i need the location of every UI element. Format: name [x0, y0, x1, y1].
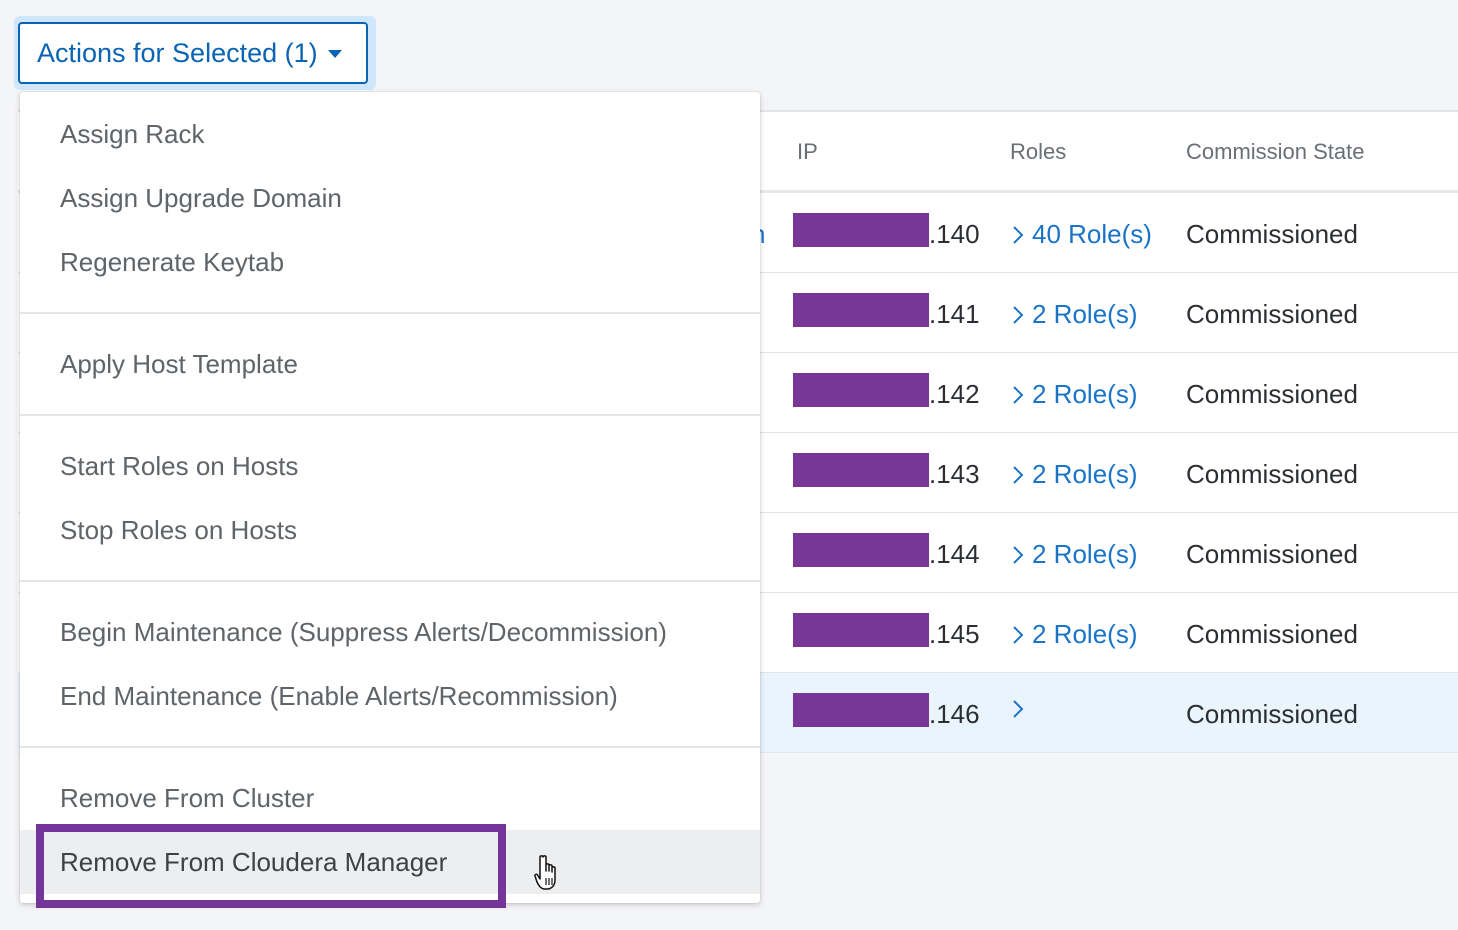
roles-expand-link[interactable]: 2 Role(s): [1012, 379, 1137, 410]
roles-count: 2 Role(s): [1032, 539, 1138, 569]
menu-item-start-roles-on-hosts[interactable]: Start Roles on Hosts: [20, 434, 760, 498]
ip-suffix: .143: [929, 459, 980, 489]
ip-redaction: [793, 453, 929, 487]
ip-suffix: .144: [929, 539, 980, 569]
roles-count: 2 Role(s): [1032, 619, 1138, 649]
actions-button-label: Actions for Selected (1): [37, 37, 318, 68]
ip-redaction: [793, 533, 929, 567]
menu-divider: [20, 312, 760, 314]
actions-dropdown-menu: Assign Rack Assign Upgrade Domain Regene…: [20, 92, 760, 903]
menu-item-assign-rack[interactable]: Assign Rack: [20, 102, 760, 166]
menu-item-end-maintenance[interactable]: End Maintenance (Enable Alerts/Recommiss…: [20, 664, 760, 728]
menu-item-regenerate-keytab[interactable]: Regenerate Keytab: [20, 230, 760, 294]
chevron-right-icon: [1013, 385, 1024, 404]
menu-divider: [20, 414, 760, 416]
commission-state: Commissioned: [1186, 459, 1358, 489]
column-header-ip[interactable]: IP: [797, 139, 818, 165]
ip-suffix: .141: [929, 299, 980, 329]
roles-expand-link[interactable]: 2 Role(s): [1012, 539, 1137, 570]
roles-count: 2 Role(s): [1032, 459, 1138, 489]
chevron-right-icon: [1013, 545, 1024, 564]
hand-pointer-cursor-icon: [534, 855, 556, 890]
roles-expand-link[interactable]: 2 Role(s): [1012, 619, 1137, 650]
commission-state: Commissioned: [1186, 219, 1358, 249]
menu-item-stop-roles-on-hosts[interactable]: Stop Roles on Hosts: [20, 498, 760, 562]
commission-state: Commissioned: [1186, 539, 1358, 569]
ip-suffix: .140: [929, 219, 980, 249]
chevron-right-icon: [1013, 465, 1024, 484]
column-header-commission-state[interactable]: Commission State: [1186, 139, 1365, 165]
commission-state: Commissioned: [1186, 299, 1358, 329]
roles-expand-link[interactable]: 40 Role(s): [1012, 219, 1152, 250]
chevron-right-icon: [1013, 625, 1024, 644]
menu-item-begin-maintenance[interactable]: Begin Maintenance (Suppress Alerts/Decom…: [20, 600, 760, 664]
ip-redaction: [793, 613, 929, 647]
menu-divider: [20, 746, 760, 748]
roles-count: 2 Role(s): [1032, 379, 1138, 409]
ip-suffix: .142: [929, 379, 980, 409]
chevron-right-icon: [1013, 305, 1024, 324]
caret-down-icon: [327, 50, 342, 58]
roles-expand-link[interactable]: 2 Role(s): [1012, 299, 1137, 330]
menu-item-remove-from-cloudera-manager[interactable]: Remove From Cloudera Manager: [20, 830, 760, 894]
ip-suffix: .146: [929, 699, 980, 729]
menu-divider: [20, 580, 760, 582]
roles-count: 2 Role(s): [1032, 299, 1138, 329]
ip-redaction: [793, 293, 929, 327]
commission-state: Commissioned: [1186, 619, 1358, 649]
commission-state: Commissioned: [1186, 699, 1358, 729]
menu-item-assign-upgrade-domain[interactable]: Assign Upgrade Domain: [20, 166, 760, 230]
roles-expand-link[interactable]: [1012, 699, 1032, 719]
ip-redaction: [793, 693, 929, 727]
roles-expand-link[interactable]: 2 Role(s): [1012, 459, 1137, 490]
chevron-right-icon: [1013, 225, 1024, 244]
roles-count: 40 Role(s): [1032, 219, 1152, 249]
ip-suffix: .145: [929, 619, 980, 649]
column-header-roles[interactable]: Roles: [1010, 139, 1066, 165]
ip-redaction: [793, 213, 929, 247]
menu-item-remove-from-cluster[interactable]: Remove From Cluster: [20, 766, 760, 830]
commission-state: Commissioned: [1186, 379, 1358, 409]
actions-for-selected-button[interactable]: Actions for Selected (1): [18, 22, 368, 84]
ip-redaction: [793, 373, 929, 407]
menu-item-apply-host-template[interactable]: Apply Host Template: [20, 332, 760, 396]
chevron-right-icon: [1013, 700, 1024, 718]
